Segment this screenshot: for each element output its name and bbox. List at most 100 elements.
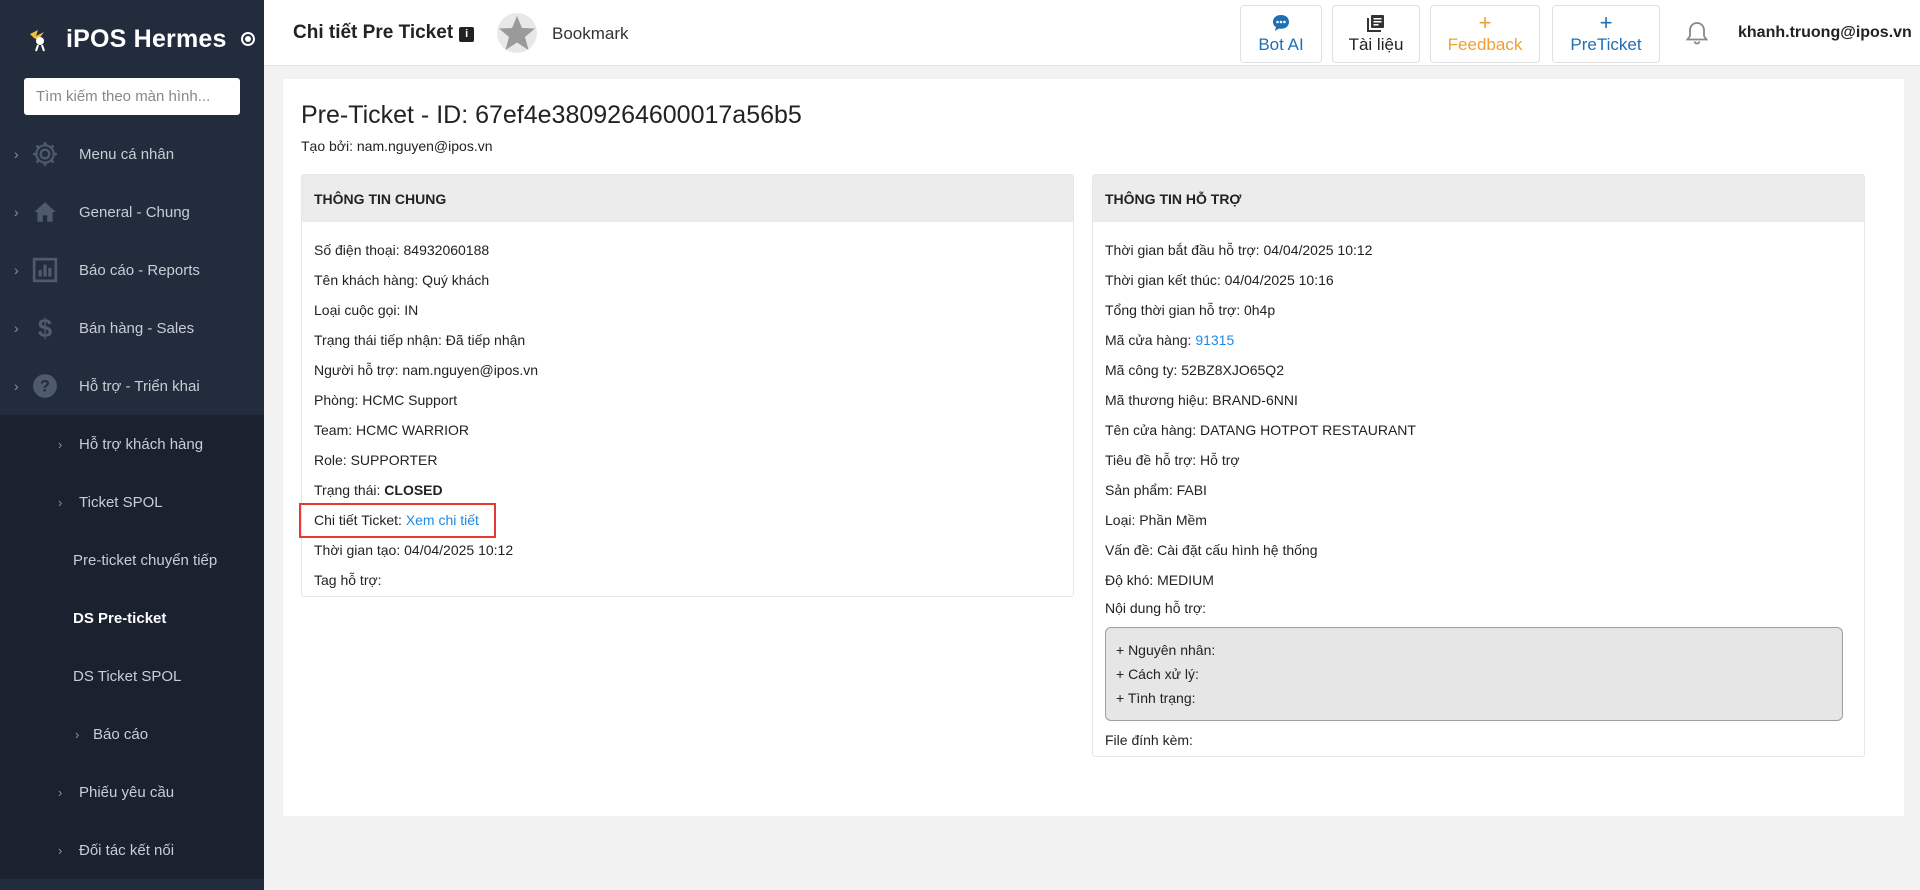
support-content-box: + Nguyên nhân: + Cách xử lý: + Tình trạn… — [1105, 627, 1843, 721]
sidebar-subitem-label: Đối tác kết nối — [79, 841, 175, 859]
total-time-row: Tổng thời gian hỗ trợ: 0h4p — [1105, 302, 1276, 318]
bookmark-star-icon[interactable] — [496, 12, 538, 54]
sidebar-item-label: Bán hàng - Sales — [79, 319, 195, 337]
sidebar-subitem-ho-tro-khach-hang[interactable]: › Hỗ trợ khách hàng — [0, 415, 264, 473]
tags-row: Tag hỗ trợ: — [314, 572, 382, 588]
plus-icon: + — [1478, 10, 1492, 35]
gear-icon — [33, 142, 57, 166]
issue-row: Vấn đề: Cài đặt cấu hình hệ thống — [1105, 542, 1318, 558]
tai-lieu-label: Tài liệu — [1348, 35, 1404, 54]
chevron-right-icon: › — [14, 320, 19, 336]
bot-ai-button[interactable]: Bot AI — [1240, 5, 1322, 63]
content-label-row: Nội dung hỗ trợ: — [1105, 600, 1207, 616]
chevron-right-icon: › — [14, 146, 19, 162]
sidebar-subitem-label: Ticket SPOL — [79, 493, 163, 511]
sidebar-item-reports[interactable]: › Báo cáo - Reports — [0, 241, 264, 299]
bookmark-label[interactable]: Bookmark — [552, 24, 629, 44]
store-code-label: Mã cửa hàng: — [1105, 332, 1192, 348]
attachments-row: File đính kèm: — [1105, 732, 1193, 748]
sidebar-toggle-icon[interactable] — [240, 32, 255, 46]
difficulty-row: Độ khó: MEDIUM — [1105, 572, 1214, 588]
feedback-button[interactable]: + Feedback — [1430, 5, 1540, 63]
sidebar-subitem-bao-cao[interactable]: › Báo cáo — [0, 705, 264, 763]
sidebar: iPOS Hermes › Menu cá nhân › General - C… — [0, 0, 264, 890]
help-icon: ? — [33, 374, 57, 398]
plus-icon: + — [1599, 10, 1613, 35]
bar-chart-icon — [32, 257, 58, 283]
chevron-right-icon: › — [14, 378, 19, 394]
chevron-right-icon: › — [58, 784, 63, 800]
support-info-title: THÔNG TIN HỖ TRỢ — [1093, 175, 1864, 222]
company-code-row: Mã công ty: 52BZ8XJO65Q2 — [1105, 362, 1284, 378]
status-label: Trạng thái: — [314, 482, 381, 498]
sidebar-search-input[interactable] — [24, 78, 240, 115]
chat-bubble-icon — [1272, 13, 1290, 33]
chevron-right-icon: › — [14, 262, 19, 278]
sidebar-subitem-ds-pre-ticket[interactable]: DS Pre-ticket — [0, 589, 264, 647]
sidebar-subitem-ds-ticket-spol[interactable]: DS Ticket SPOL — [0, 647, 264, 705]
topbar: Chi tiết Pre Ticket i Bookmark Bot AI Tài… — [264, 0, 1920, 66]
sidebar-item-ho-tro[interactable]: › ? Hỗ trợ - Triển khai — [0, 357, 264, 415]
store-code-link[interactable]: 91315 — [1195, 332, 1234, 348]
sidebar-item-label: Menu cá nhân — [79, 145, 175, 163]
store-name-row: Tên cửa hàng: DATANG HOTPOT RESTAURANT — [1105, 422, 1416, 438]
customer-row: Tên khách hàng: Quý khách — [314, 272, 490, 288]
status-value: CLOSED — [384, 482, 443, 498]
sidebar-item-general[interactable]: › General - Chung — [0, 183, 264, 241]
content-line: + Cách xử lý: — [1116, 666, 1199, 682]
chevron-right-icon: › — [58, 436, 63, 452]
preticket-button[interactable]: + PreTicket — [1552, 5, 1660, 63]
dollar-icon: $ — [37, 312, 53, 343]
sidebar-subitem-label: Báo cáo — [93, 725, 149, 743]
support-info-card: THÔNG TIN HỖ TRỢ Thời gian bắt đầu hỗ tr… — [1092, 174, 1865, 757]
page-title-text: Chi tiết Pre Ticket — [293, 22, 454, 43]
created-by: Tạo bởi: nam.nguyen@ipos.vn — [301, 138, 493, 154]
sidebar-item-menu-ca-nhan[interactable]: › Menu cá nhân — [0, 125, 264, 183]
room-row: Phòng: HCMC Support — [314, 392, 458, 408]
sidebar-item-sales[interactable]: › $ Bán hàng - Sales — [0, 299, 264, 357]
brand[interactable]: iPOS Hermes — [0, 0, 264, 78]
chevron-right-icon: › — [14, 204, 19, 220]
content-line: + Tình trạng: — [1116, 690, 1196, 706]
start-time-row: Thời gian bắt đầu hỗ trợ: 04/04/2025 10:… — [1105, 242, 1373, 258]
sidebar-subitem-label: Hỗ trợ khách hàng — [79, 435, 204, 453]
status-row: Trạng thái: CLOSED — [314, 475, 1061, 505]
product-row: Sản phẩm: FABI — [1105, 482, 1207, 498]
sidebar-item-label: Báo cáo - Reports — [79, 261, 200, 279]
info-icon[interactable]: i — [459, 26, 475, 42]
ticket-detail-row: Chi tiết Ticket: Xem chi tiết — [299, 502, 1061, 538]
general-info-title: THÔNG TIN CHUNG — [302, 175, 1073, 222]
end-time-row: Thời gian kết thúc: 04/04/2025 10:16 — [1105, 272, 1334, 288]
chevron-right-icon: › — [58, 842, 63, 858]
brand-title: iPOS Hermes — [66, 24, 227, 53]
sidebar-subitem-label: Phiếu yêu cầu — [79, 783, 175, 801]
sidebar-item-label: Hỗ trợ - Triển khai — [79, 377, 200, 395]
user-email[interactable]: khanh.truong@ipos.vn — [1738, 24, 1912, 42]
ticket-detail-link[interactable]: Xem chi tiết — [406, 512, 479, 528]
sidebar-subitem-label: DS Ticket SPOL — [73, 667, 182, 685]
main-panel: Pre-Ticket - ID: 67ef4e3809264600017a56b… — [283, 79, 1904, 816]
sidebar-subitem-ticket-spol[interactable]: › Ticket SPOL — [0, 473, 264, 531]
ticket-detail-highlight: Chi tiết Ticket: Xem chi tiết — [299, 502, 496, 538]
sidebar-submenu: › Hỗ trợ khách hàng › Ticket SPOL Pre-ti… — [0, 415, 264, 879]
tai-lieu-button[interactable]: Tài liệu — [1332, 5, 1420, 63]
call-type-row: Loại cuộc gọi: IN — [314, 302, 419, 318]
svg-text:?: ? — [40, 377, 50, 395]
page-title: Chi tiết Pre Ticket i — [293, 22, 475, 44]
support-title-row: Tiêu đề hỗ trợ: Hỗ trợ — [1105, 452, 1240, 468]
type-row: Loại: Phần Mềm — [1105, 512, 1207, 528]
bell-icon[interactable] — [1684, 20, 1710, 46]
sidebar-subitem-label: DS Pre-ticket — [73, 609, 167, 627]
brand-code-row: Mã thương hiệu: BRAND-6NNI — [1105, 392, 1298, 408]
sidebar-subitem-pre-ticket-chuyen-tiep[interactable]: Pre-ticket chuyển tiếp — [0, 531, 264, 589]
general-info-card: THÔNG TIN CHUNG Số điện thoại: 849320601… — [299, 174, 1074, 597]
ticket-detail-label: Chi tiết Ticket: — [314, 512, 402, 528]
supporter-row: Người hỗ trợ: nam.nguyen@ipos.vn — [314, 362, 539, 378]
sidebar-subitem-doi-tac-ket-noi[interactable]: › Đối tác kết nối — [0, 821, 264, 879]
pre-ticket-heading: Pre-Ticket - ID: 67ef4e3809264600017a56b… — [301, 101, 802, 129]
preticket-label: PreTicket — [1570, 35, 1642, 54]
sidebar-subitem-phieu-yeu-cau[interactable]: › Phiếu yêu cầu — [0, 763, 264, 821]
documents-icon — [1367, 13, 1385, 33]
sidebar-item-label: General - Chung — [79, 203, 190, 221]
sidebar-menu: › Menu cá nhân › General - Chung › Báo c… — [0, 125, 264, 879]
